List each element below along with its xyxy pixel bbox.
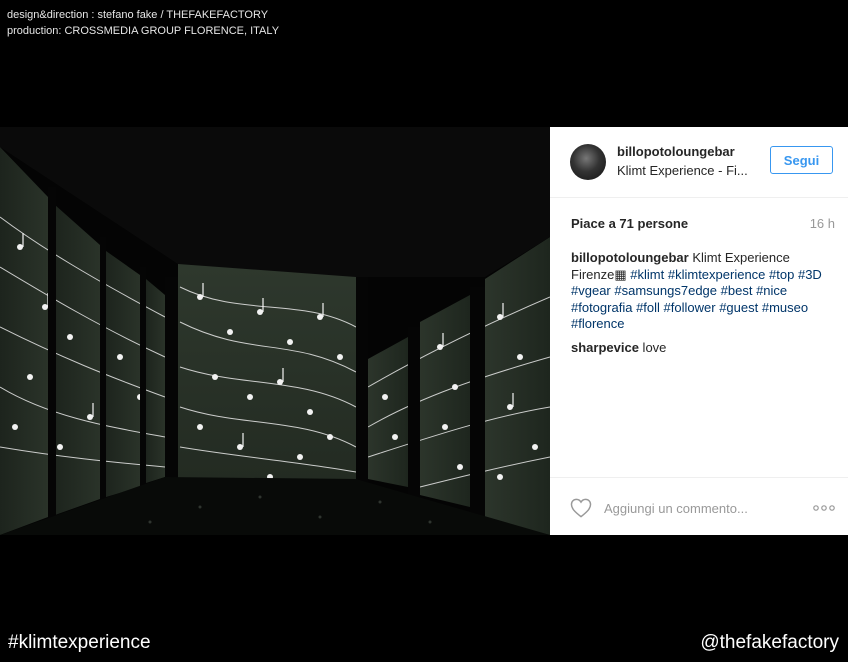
credits-production: production: CROSSMEDIA GROUP FLORENCE, I… [7, 25, 280, 37]
hashtag[interactable]: #guest [719, 300, 758, 315]
credits: design&direction : stefano fake / THEFAK… [7, 7, 279, 39]
hashtag[interactable]: #fotografia [571, 300, 632, 315]
likes-count[interactable]: Piace a 71 persone [571, 216, 688, 231]
instagram-post: billopotoloungebar Klimt Experience - Fi… [0, 127, 848, 535]
post-photo[interactable] [0, 127, 550, 535]
hashtag[interactable]: #nice [756, 283, 787, 298]
caption-emoji: ▦ [614, 266, 627, 282]
comment: sharpevice love [571, 340, 666, 355]
comment-text: love [638, 340, 667, 355]
hashtag[interactable]: #samsungs7edge [614, 283, 717, 298]
hashtag[interactable]: #vgear [571, 283, 611, 298]
hashtag[interactable]: #3D [798, 267, 822, 282]
post-location[interactable]: Klimt Experience - Fi... [617, 163, 748, 178]
comment-input[interactable] [604, 498, 804, 518]
post-header: billopotoloungebar Klimt Experience - Fi… [550, 127, 848, 198]
handle-watermark: @thefakefactory [700, 632, 839, 653]
hashtag-watermark: #klimtexperience [8, 632, 151, 653]
credits-direction: design&direction : stefano fake / THEFAK… [7, 9, 269, 21]
hashtag[interactable]: #klimtexperience [668, 267, 766, 282]
post-footer [550, 477, 848, 536]
immersive-room-image [0, 127, 550, 535]
hashtag[interactable]: #klimt [630, 267, 664, 282]
hashtag[interactable]: #museo [762, 300, 808, 315]
follow-button[interactable]: Segui [770, 146, 833, 174]
more-options-icon[interactable] [812, 498, 836, 518]
heart-icon[interactable] [570, 498, 592, 518]
avatar[interactable] [570, 144, 606, 180]
post-caption: billopotoloungebar Klimt Experience Fire… [571, 250, 833, 333]
post-time: 16 h [809, 216, 835, 231]
comment-username[interactable]: sharpevice [571, 340, 639, 355]
hashtag[interactable]: #foll [636, 300, 660, 315]
hashtag[interactable]: #best [721, 283, 753, 298]
post-username[interactable]: billopotoloungebar [617, 144, 735, 159]
caption-username[interactable]: billopotoloungebar [571, 250, 689, 265]
hashtag[interactable]: #florence [571, 316, 624, 331]
hashtag[interactable]: #top [769, 267, 794, 282]
hashtag[interactable]: #follower [664, 300, 716, 315]
post-sidebar: billopotoloungebar Klimt Experience - Fi… [550, 127, 848, 535]
